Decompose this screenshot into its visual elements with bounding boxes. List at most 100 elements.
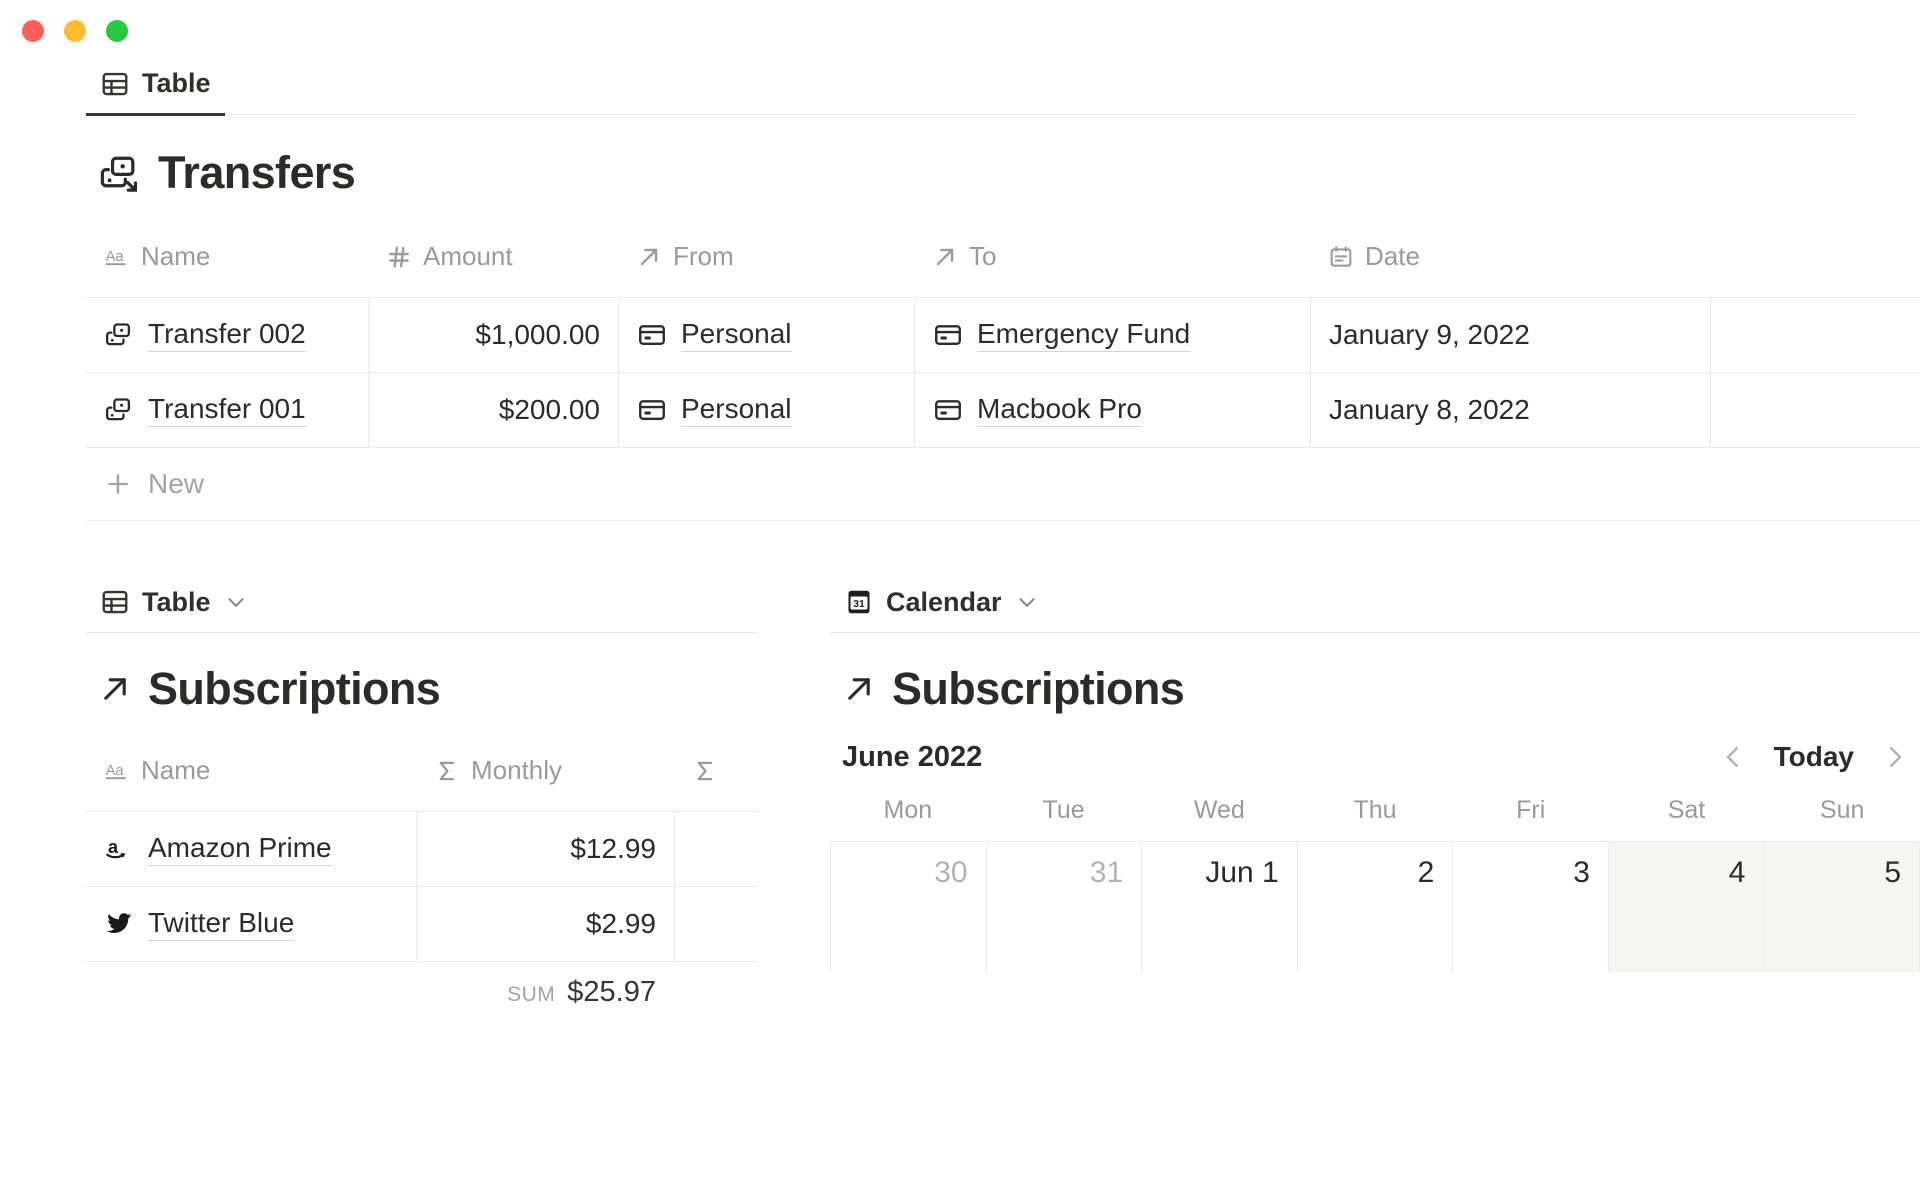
column-header-label: Name — [141, 241, 210, 272]
subscriptions-calendar-title-row: Subscriptions — [842, 663, 1920, 715]
tab-table-subscriptions[interactable]: Table — [86, 583, 263, 632]
window-controls — [22, 20, 128, 42]
svg-text:31: 31 — [853, 599, 865, 610]
subscriptions-table-pane: Table Subscriptions — [86, 583, 758, 1023]
calendar-day-cell[interactable]: 31 — [987, 842, 1143, 972]
column-header-label: To — [969, 241, 996, 272]
cell-value: January 8, 2022 — [1329, 394, 1530, 426]
close-button[interactable] — [22, 20, 44, 42]
rollup-sigma-icon — [434, 758, 460, 784]
calendar-day-cell[interactable]: 3 — [1453, 842, 1609, 972]
cell-value: January 9, 2022 — [1329, 319, 1530, 351]
table-icon — [100, 69, 130, 99]
table-row[interactable]: a Amazon Prime $12.99 — [86, 811, 758, 886]
card-icon — [637, 320, 667, 350]
column-header-label: Date — [1365, 241, 1420, 272]
subscriptions-table: Aa Name Monthly — [86, 737, 758, 1023]
cell-value[interactable]: Transfer 002 — [148, 317, 306, 351]
chevron-left-icon[interactable] — [1718, 742, 1748, 772]
card-icon — [933, 395, 963, 425]
column-header-label: Monthly — [471, 755, 562, 786]
cell-value[interactable]: Emergency Fund — [977, 317, 1190, 351]
cell-monthly[interactable]: $2.99 — [416, 887, 674, 961]
cell-amount[interactable]: $200.00 — [368, 373, 618, 447]
cell-rollup[interactable] — [674, 812, 758, 886]
tab-table-transfers[interactable]: Table — [86, 62, 225, 116]
calendar-day-cell[interactable]: 30 — [830, 842, 987, 972]
card-icon — [933, 320, 963, 350]
cell-rollup[interactable] — [674, 887, 758, 961]
weekday-label: Tue — [986, 796, 1142, 841]
minimize-button[interactable] — [64, 20, 86, 42]
summary-monthly[interactable]: SUM $25.97 — [416, 962, 674, 1023]
cell-overflow[interactable] — [1710, 373, 1920, 447]
subscriptions-table-tabbar: Table — [86, 583, 758, 633]
table-row[interactable]: Transfer 001 $200.00 Personal — [86, 372, 1920, 448]
cell-to[interactable]: Emergency Fund — [914, 298, 1310, 372]
calendar-day-cell[interactable]: 5 — [1764, 842, 1920, 972]
cell-value[interactable]: Personal — [681, 392, 792, 426]
weekday-label: Sat — [1609, 796, 1765, 841]
calendar-day-cell[interactable]: 2 — [1298, 842, 1454, 972]
column-header-amount[interactable]: Amount — [368, 223, 618, 297]
chevron-right-icon[interactable] — [1880, 742, 1910, 772]
chevron-down-icon[interactable] — [1014, 589, 1040, 615]
column-header-date[interactable]: Date — [1310, 223, 1710, 297]
cell-name[interactable]: Twitter Blue — [86, 887, 416, 961]
calendar-nav: Today — [1718, 741, 1910, 773]
amazon-icon: a — [104, 834, 134, 864]
cell-name[interactable]: Transfer 002 — [86, 298, 368, 372]
relation-type-icon — [98, 672, 132, 706]
cell-value: $12.99 — [570, 833, 656, 865]
relation-type-icon — [932, 244, 958, 270]
transfers-table-body: Transfer 002 $1,000.00 Personal — [86, 297, 1920, 448]
plus-icon — [104, 470, 132, 498]
calendar-month-label: June 2022 — [842, 741, 982, 774]
new-row-label: New — [148, 468, 204, 500]
weekday-label: Mon — [830, 796, 986, 841]
cell-to[interactable]: Macbook Pro — [914, 373, 1310, 447]
cell-from[interactable]: Personal — [618, 373, 914, 447]
twitter-icon — [104, 909, 134, 939]
calendar-weekday-header: Mon Tue Wed Thu Fri Sat Sun — [830, 796, 1920, 841]
today-button[interactable]: Today — [1774, 741, 1854, 773]
tab-calendar-subscriptions[interactable]: 31 Calendar — [830, 583, 1054, 632]
maximize-button[interactable] — [106, 20, 128, 42]
chevron-down-icon[interactable] — [223, 589, 249, 615]
cell-value[interactable]: Personal — [681, 317, 792, 351]
cell-overflow[interactable] — [1710, 298, 1920, 372]
column-header-to[interactable]: To — [914, 223, 1310, 297]
column-header-name[interactable]: Aa Name — [86, 223, 368, 297]
relation-type-icon — [636, 244, 662, 270]
column-header-from[interactable]: From — [618, 223, 914, 297]
table-row[interactable]: Twitter Blue $2.99 — [86, 886, 758, 962]
calendar-day-cell[interactable]: Jun 1 — [1142, 842, 1298, 972]
cell-monthly[interactable]: $12.99 — [416, 812, 674, 886]
column-header-rollup[interactable] — [674, 737, 758, 811]
transfers-view-tabbar: Table — [86, 62, 1856, 115]
page-title: Transfers — [158, 147, 355, 199]
weekday-label: Sun — [1764, 796, 1920, 841]
cell-value[interactable]: Macbook Pro — [977, 392, 1142, 426]
calendar-header: June 2022 Today — [830, 741, 1920, 774]
calendar-day-cell[interactable]: 4 — [1609, 842, 1765, 972]
transfers-table-header: Aa Name Amount — [86, 223, 1920, 297]
column-header-monthly[interactable]: Monthly — [416, 737, 674, 811]
cell-value: $200.00 — [499, 394, 600, 426]
date-type-icon — [1328, 244, 1354, 270]
new-row-button[interactable]: New — [86, 448, 1920, 521]
cell-name[interactable]: Transfer 001 — [86, 373, 368, 447]
column-header-name[interactable]: Aa Name — [86, 737, 416, 811]
cell-value[interactable]: Twitter Blue — [148, 906, 294, 940]
weekday-label: Thu — [1297, 796, 1453, 841]
cell-from[interactable]: Personal — [618, 298, 914, 372]
cell-amount[interactable]: $1,000.00 — [368, 298, 618, 372]
cell-date[interactable]: January 8, 2022 — [1310, 373, 1710, 447]
cell-date[interactable]: January 9, 2022 — [1310, 298, 1710, 372]
tab-label: Table — [142, 587, 211, 618]
cell-value[interactable]: Transfer 001 — [148, 392, 306, 426]
cell-name[interactable]: a Amazon Prime — [86, 812, 416, 886]
transfer-icon — [98, 152, 140, 194]
cell-value[interactable]: Amazon Prime — [148, 831, 332, 865]
table-row[interactable]: Transfer 002 $1,000.00 Personal — [86, 297, 1920, 372]
